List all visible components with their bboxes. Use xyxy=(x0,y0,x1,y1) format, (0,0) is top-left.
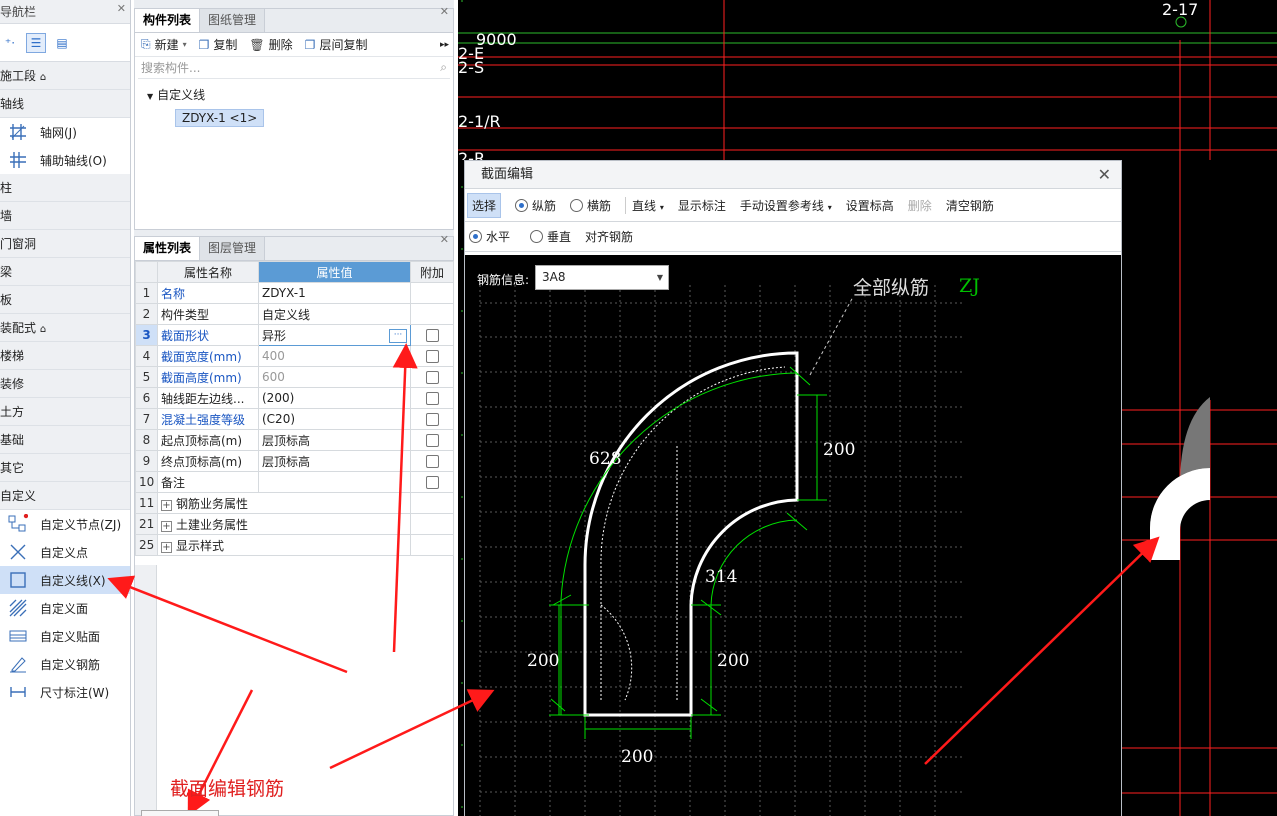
arrow-to-section-shape xyxy=(924,536,1160,765)
arrow-to-section-canvas xyxy=(329,689,495,770)
annotation-arrows xyxy=(107,343,1160,816)
bottom-button[interactable] xyxy=(141,810,219,816)
annotation-text: 截面编辑钢筋 xyxy=(170,778,285,800)
arrow-to-shape-button xyxy=(392,343,418,653)
arrow-to-custom-line xyxy=(107,575,348,674)
